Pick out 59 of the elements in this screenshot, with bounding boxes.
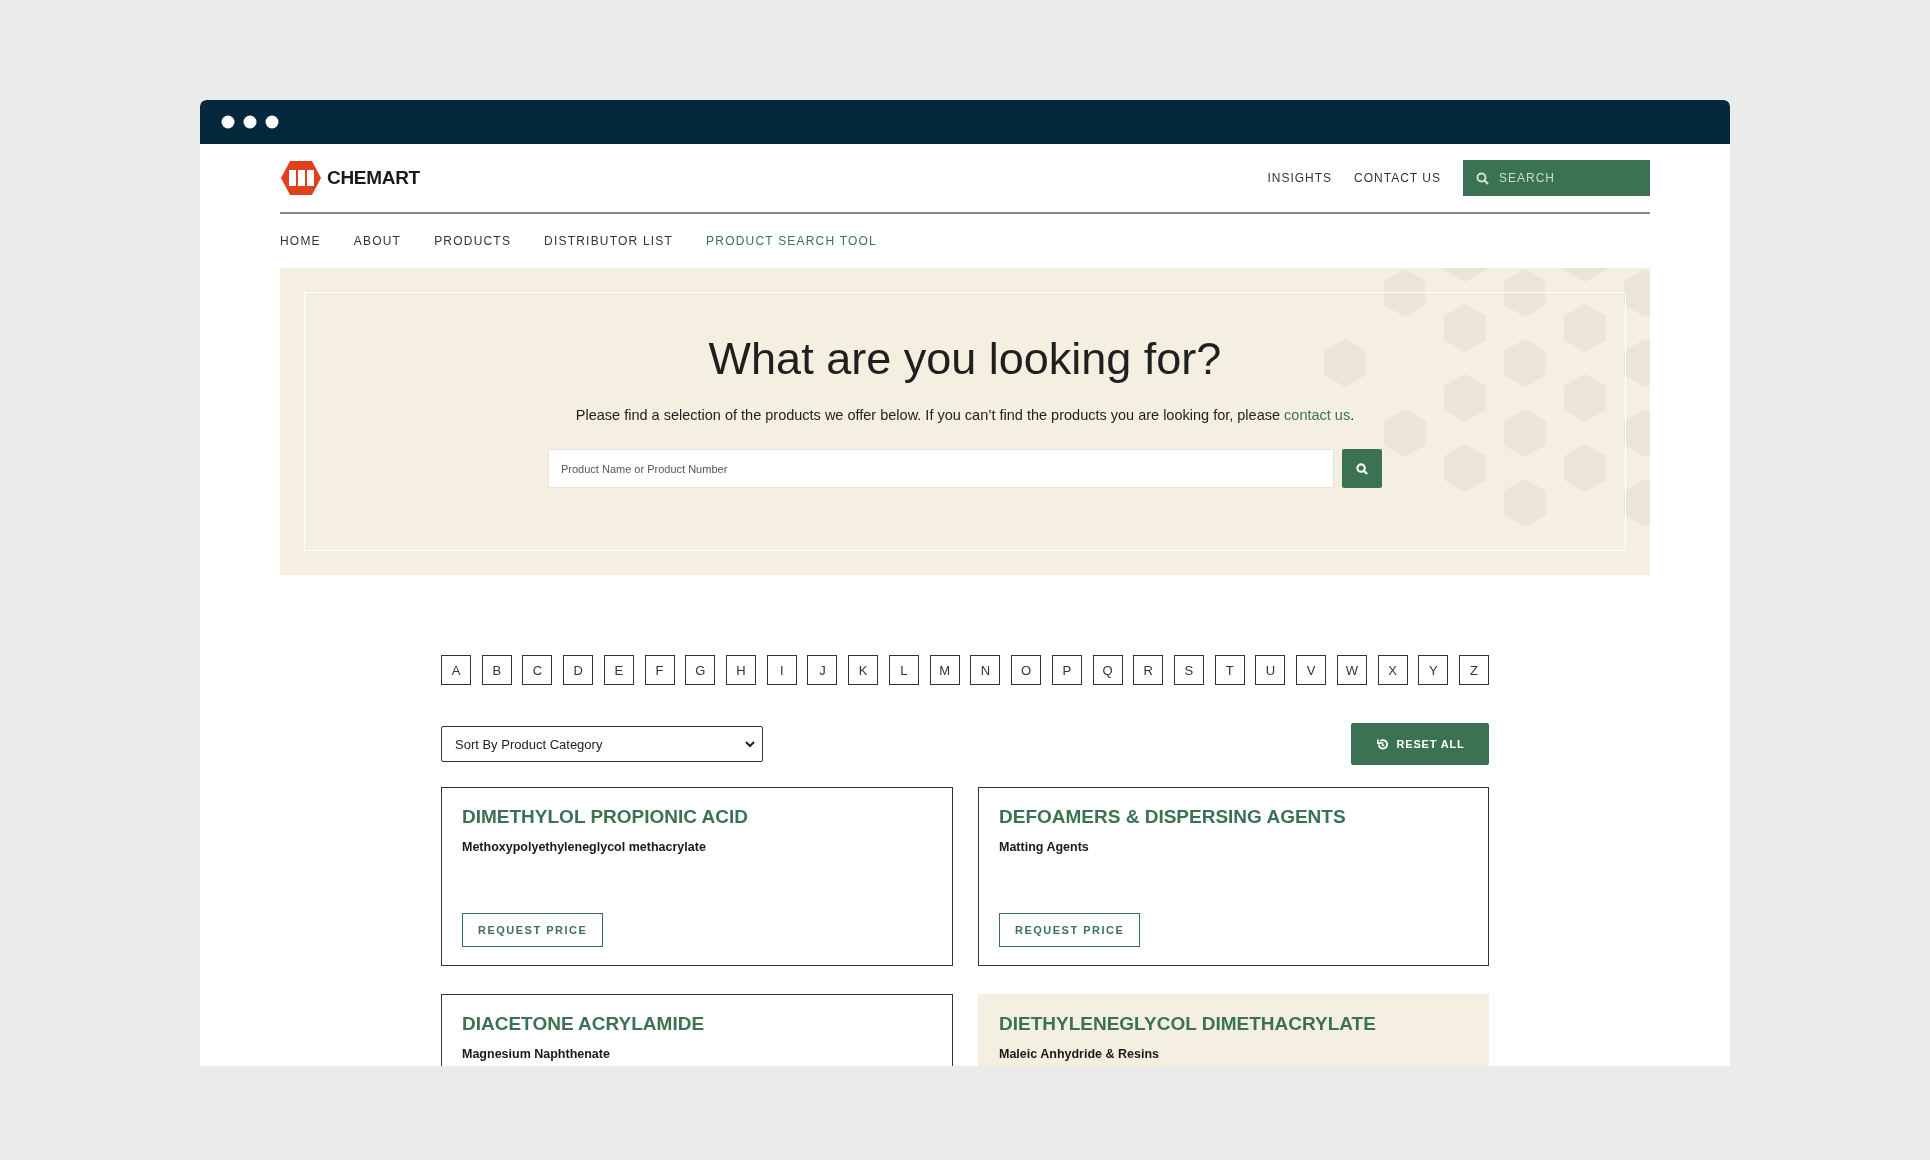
letter-filter[interactable]: Y — [1418, 655, 1449, 685]
product-search-field[interactable]: Product Name or Product Number — [548, 449, 1334, 488]
letter-filter[interactable]: M — [929, 655, 960, 685]
letter-filter[interactable]: W — [1336, 655, 1367, 685]
product-name: DEFOAMERS & DISPERSING AGENTS — [999, 806, 1346, 828]
product-card[interactable]: DIACETONE ACRYLAMIDE Magnesium Naphthenate — [441, 994, 953, 1066]
letter-filter[interactable]: V — [1296, 655, 1327, 685]
product-card[interactable]: DIMETHYLOL PROPIONIC ACID Methoxypolyethyleneglycol methacrylate REQUEST PRICE — [441, 787, 953, 966]
product-name: DIACETONE ACRYLAMIDE — [462, 1013, 705, 1035]
nav-link[interactable]: PRODUCTS — [434, 234, 512, 248]
chevron-down-icon — [745, 740, 755, 748]
request-price-button[interactable]: REQUEST PRICE — [999, 913, 1141, 947]
nav-link[interactable]: ABOUT — [353, 234, 402, 248]
product-name: DIETHYLENEGLYCOL DIMETHACRYLATE — [999, 1013, 1376, 1035]
hero-title: What are you looking for? — [708, 333, 1222, 385]
search-field[interactable]: SEARCH — [1463, 160, 1650, 196]
letter-filter[interactable]: S — [1173, 655, 1204, 685]
product-card[interactable]: DEFOAMERS & DISPERSING AGENTS Matting Agents REQUEST PRICE — [978, 787, 1489, 966]
product-name: DIMETHYLOL PROPIONIC ACID — [462, 806, 749, 828]
reset-button[interactable]: RESET ALL — [1351, 723, 1489, 765]
letter-filter[interactable]: B — [481, 655, 512, 685]
letter-filter[interactable]: C — [522, 655, 553, 685]
top-link[interactable]: INSIGHTS — [1267, 171, 1333, 185]
product-category: Matting Agents — [999, 840, 1089, 854]
history-icon — [1375, 737, 1389, 751]
letter-filter[interactable]: R — [1133, 655, 1164, 685]
product-category: Methoxypolyethyleneglycol methacrylate — [462, 840, 706, 854]
brand-name: CHEMART — [327, 167, 420, 189]
search-icon — [1356, 462, 1368, 475]
letter-filter[interactable]: T — [1214, 655, 1245, 685]
nav-link[interactable]: PRODUCT SEARCH TOOL — [706, 234, 877, 248]
product-category: Maleic Anhydride & Resins — [999, 1047, 1159, 1061]
logo-icon — [280, 160, 322, 196]
letter-filter[interactable]: D — [563, 655, 594, 685]
letter-filter[interactable]: N — [970, 655, 1001, 685]
product-card[interactable]: DIETHYLENEGLYCOL DIMETHACRYLATE Maleic Anhydride & Resins — [978, 994, 1489, 1066]
nav-link[interactable]: DISTRIBUTOR LIST — [544, 234, 674, 248]
request-price-button[interactable]: REQUEST PRICE — [462, 913, 604, 947]
nav-link[interactable]: HOME — [280, 234, 321, 248]
letter-filter[interactable]: E — [603, 655, 634, 685]
category-select[interactable]: Sort By Product Category — [441, 726, 763, 762]
product-category: Magnesium Naphthenate — [462, 1047, 610, 1061]
letter-filter[interactable]: O — [1011, 655, 1042, 685]
letter-filter[interactable]: J — [807, 655, 838, 685]
top-link[interactable]: CONTACT US — [1354, 171, 1441, 185]
letter-filter[interactable]: G — [685, 655, 716, 685]
letter-filter[interactable]: H — [726, 655, 757, 685]
hero-text: Please find a selection of the products we offer below. If you can’t find the products you are looking for, please contact us. — [575, 407, 1355, 423]
letter-filter[interactable]: F — [644, 655, 675, 685]
letter-filter[interactable]: A — [441, 655, 471, 685]
letter-filter[interactable]: I — [766, 655, 797, 685]
letter-filter[interactable]: X — [1377, 655, 1408, 685]
search-button[interactable] — [1342, 449, 1382, 488]
letter-filter[interactable]: K — [848, 655, 879, 685]
letter-filter[interactable]: Z — [1458, 655, 1489, 685]
letter-filter[interactable]: Q — [1092, 655, 1123, 685]
letter-filter[interactable]: P — [1051, 655, 1082, 685]
letter-filter[interactable]: L — [888, 655, 919, 685]
letter-filter[interactable]: U — [1255, 655, 1286, 685]
